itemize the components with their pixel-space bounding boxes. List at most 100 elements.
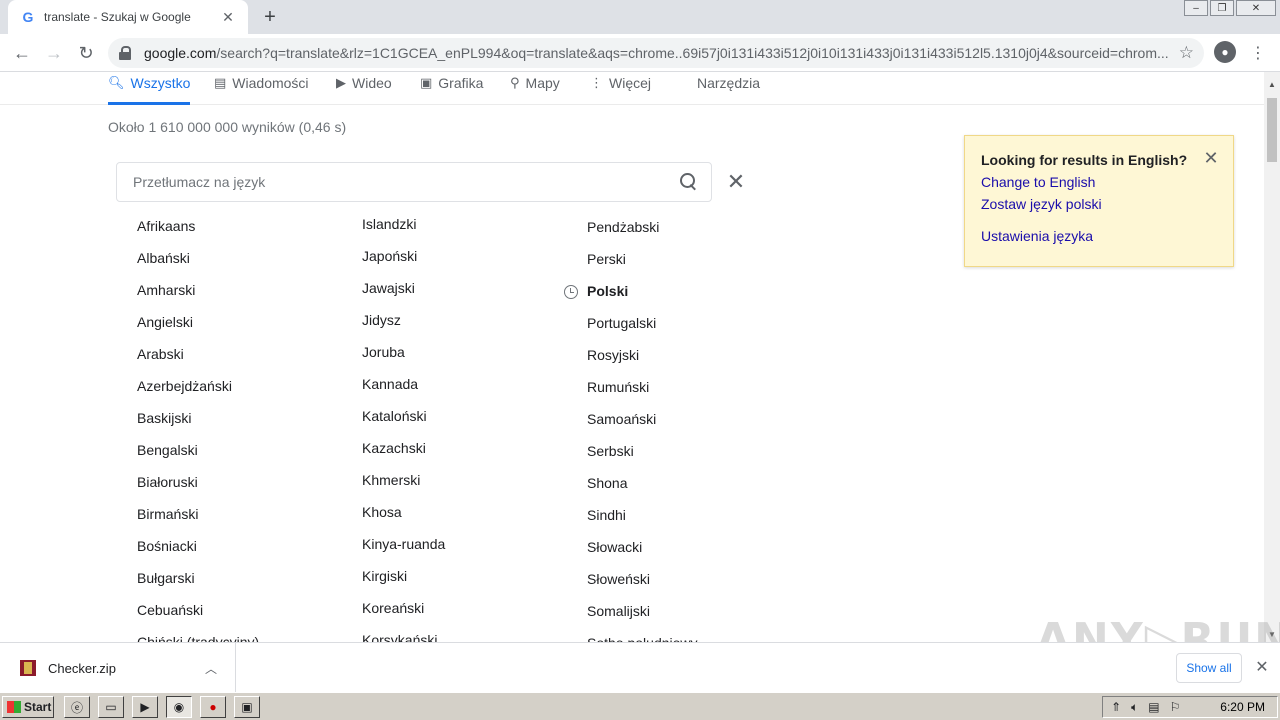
tab-close-icon[interactable]: ✕ bbox=[220, 9, 236, 25]
browser-toolbar: ← → ↻ google.com/search?q=translate&rlz=… bbox=[0, 34, 1280, 72]
language-option[interactable]: Rumuński bbox=[587, 373, 698, 405]
volume-icon[interactable]: 🔈︎ bbox=[1131, 700, 1138, 715]
language-option[interactable]: Angielski bbox=[137, 308, 259, 340]
english-results-card: Looking for results in English? Change t… bbox=[964, 135, 1234, 267]
language-option[interactable]: Amharski bbox=[137, 276, 259, 308]
browser-tab[interactable]: G translate - Szukaj w Google ✕ bbox=[8, 0, 248, 34]
scroll-up-icon[interactable]: ▲ bbox=[1268, 80, 1276, 89]
language-option[interactable]: Bengalski bbox=[137, 436, 259, 468]
language-option[interactable]: Pendżabski bbox=[587, 213, 698, 245]
language-option[interactable]: Sindhi bbox=[587, 501, 698, 533]
language-option[interactable]: Afrikaans bbox=[137, 212, 259, 244]
language-option[interactable]: Azerbejdżański bbox=[137, 372, 259, 404]
language-option[interactable]: Rosyjski bbox=[587, 341, 698, 373]
close-download-bar-icon[interactable]: ✕ bbox=[1254, 659, 1270, 676]
close-icon[interactable]: ✕ bbox=[1203, 149, 1219, 167]
language-option[interactable]: Korsykański bbox=[362, 626, 445, 642]
new-tab-button[interactable]: + bbox=[258, 5, 282, 29]
app-window-icon[interactable]: ▣ bbox=[234, 696, 260, 718]
back-arrow-icon[interactable]: ← bbox=[10, 41, 34, 65]
language-option[interactable]: Słowacki bbox=[587, 533, 698, 565]
start-button[interactable]: Start bbox=[2, 696, 54, 718]
language-option[interactable]: Khmerski bbox=[362, 466, 445, 498]
search-results-page: 🔍︎ Wszystko ▤ Wiadomości ▶ Wideo ▣ Grafika ⚲… bbox=[0, 72, 1264, 642]
language-option[interactable]: Kazachski bbox=[362, 434, 445, 466]
explorer-folder-icon[interactable]: ▭ bbox=[98, 696, 124, 718]
tab-video[interactable]: ▶ Wideo bbox=[336, 72, 392, 105]
language-option[interactable]: Bułgarski bbox=[137, 564, 259, 596]
change-to-english-link[interactable]: Change to English bbox=[981, 174, 1217, 190]
language-option[interactable]: Jidysz bbox=[362, 306, 445, 338]
language-option[interactable]: Baskijski bbox=[137, 404, 259, 436]
chevron-up-icon[interactable]: ︿ bbox=[205, 660, 217, 677]
forward-arrow-icon[interactable]: → bbox=[42, 41, 66, 65]
show-all-button[interactable]: Show all bbox=[1176, 653, 1242, 683]
scroll-thumb[interactable] bbox=[1267, 98, 1277, 162]
download-item[interactable]: Checker.zip ︿ bbox=[0, 643, 236, 693]
result-stats: Około 1 610 000 000 wyników (0,46 s) bbox=[108, 119, 347, 135]
chrome-menu-icon[interactable]: ⋮ bbox=[1250, 42, 1266, 64]
profile-avatar-icon[interactable]: ● bbox=[1214, 41, 1236, 63]
download-filename: Checker.zip bbox=[48, 660, 116, 676]
language-option[interactable]: Japoński bbox=[362, 242, 445, 274]
tab-more[interactable]: ⋮ Więcej bbox=[590, 72, 651, 105]
language-option[interactable]: Kirgiski bbox=[362, 562, 445, 594]
language-option[interactable]: Serbski bbox=[587, 437, 698, 469]
language-column-2: Islandzki Japoński Jawajski Jidysz Joruba Kan… bbox=[362, 210, 445, 642]
page-scrollbar[interactable]: ▲ ▼ bbox=[1264, 72, 1280, 642]
language-option[interactable]: Polski bbox=[587, 277, 698, 309]
language-option[interactable]: Koreański bbox=[362, 594, 445, 626]
chrome-taskbar-icon[interactable]: ◉ bbox=[166, 696, 192, 718]
tray-expand-icon[interactable]: ⇑ bbox=[1111, 700, 1121, 714]
language-column-1: Afrikaans Albański Amharski Angielski Arabsk… bbox=[137, 212, 259, 642]
tab-maps[interactable]: ⚲ Mapy bbox=[510, 72, 560, 105]
windows-taskbar: Start ⓔ ▭ ▶ ◉ ● ▣ ⇑ 🔈︎ ▤ ⚐ 6:20 PM bbox=[0, 692, 1280, 720]
language-option[interactable]: Cebuański bbox=[137, 596, 259, 628]
language-option[interactable]: Słoweński bbox=[587, 565, 698, 597]
language-option[interactable]: Portugalski bbox=[587, 309, 698, 341]
language-option[interactable]: Shona bbox=[587, 469, 698, 501]
opera-icon[interactable]: ● bbox=[200, 696, 226, 718]
close-icon[interactable]: ✕ bbox=[726, 171, 746, 193]
language-option[interactable]: Kinya-ruanda bbox=[362, 530, 445, 562]
language-option[interactable]: Kataloński bbox=[362, 402, 445, 434]
language-option[interactable]: Arabski bbox=[137, 340, 259, 372]
language-option[interactable]: Joruba bbox=[362, 338, 445, 370]
windows-logo-icon bbox=[7, 701, 21, 713]
minimize-button[interactable]: – bbox=[1184, 0, 1208, 16]
url-text[interactable]: google.com/search?q=translate&rlz=1C1GCE… bbox=[144, 45, 1171, 61]
reload-icon[interactable]: ↻ bbox=[74, 41, 98, 65]
action-center-flag-icon[interactable]: ⚐ bbox=[1170, 700, 1181, 714]
language-option[interactable]: Somalijski bbox=[587, 597, 698, 629]
ie-icon[interactable]: ⓔ bbox=[64, 696, 90, 718]
language-option[interactable]: Islandzki bbox=[362, 210, 445, 242]
network-icon[interactable]: ▤ bbox=[1148, 700, 1159, 714]
language-option[interactable]: Bośniacki bbox=[137, 532, 259, 564]
download-bar: Checker.zip ︿ Show all ✕ bbox=[0, 642, 1280, 693]
search-icon[interactable] bbox=[679, 172, 699, 192]
language-option[interactable]: Samoański bbox=[587, 405, 698, 437]
language-settings-link[interactable]: Ustawienia języka bbox=[981, 228, 1217, 244]
close-window-button[interactable]: ✕ bbox=[1236, 0, 1276, 16]
language-option[interactable]: Chiński (tradycyjny) bbox=[137, 628, 259, 642]
bookmark-star-icon[interactable]: ☆ bbox=[1179, 43, 1194, 63]
language-option[interactable]: Birmański bbox=[137, 500, 259, 532]
language-option[interactable]: Perski bbox=[587, 245, 698, 277]
maximize-button[interactable]: ❐ bbox=[1210, 0, 1234, 16]
search-tabs: 🔍︎ Wszystko ▤ Wiadomości ▶ Wideo ▣ Grafika ⚲… bbox=[0, 72, 1264, 105]
language-option[interactable]: Sotho południowy bbox=[587, 629, 698, 642]
language-option[interactable]: Jawajski bbox=[362, 274, 445, 306]
language-option[interactable]: Khosa bbox=[362, 498, 445, 530]
tab-news[interactable]: ▤ Wiadomości bbox=[214, 72, 309, 105]
window-controls: – ❐ ✕ bbox=[1184, 0, 1276, 16]
tab-tools[interactable]: Narzędzia bbox=[697, 72, 760, 105]
language-option[interactable]: Kannada bbox=[362, 370, 445, 402]
tab-all[interactable]: 🔍︎ Wszystko bbox=[108, 72, 191, 105]
media-player-icon[interactable]: ▶ bbox=[132, 696, 158, 718]
keep-polish-link[interactable]: Zostaw język polski bbox=[981, 196, 1217, 212]
tab-images[interactable]: ▣ Grafika bbox=[420, 72, 483, 105]
language-search-input[interactable] bbox=[133, 174, 679, 190]
language-option[interactable]: Białoruski bbox=[137, 468, 259, 500]
language-option[interactable]: Albański bbox=[137, 244, 259, 276]
address-bar[interactable]: google.com/search?q=translate&rlz=1C1GCE… bbox=[108, 38, 1204, 68]
